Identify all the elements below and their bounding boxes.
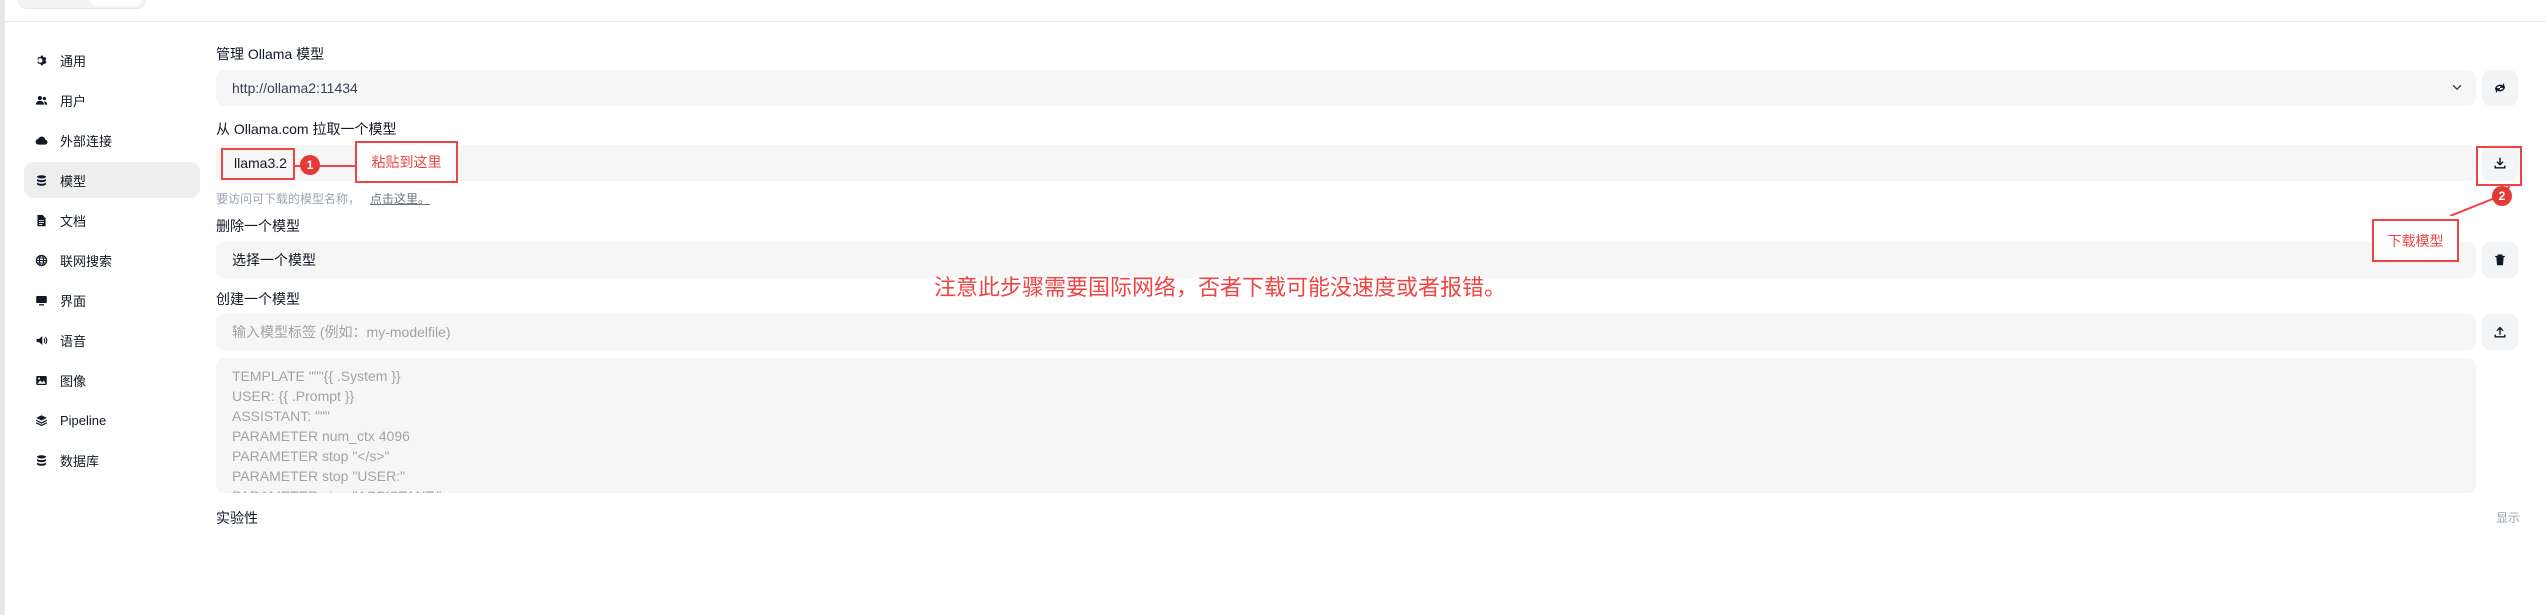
sidebar-item-label: 外部连接 (60, 133, 113, 149)
ollama-url-select[interactable]: http://ollama2:11434 (216, 70, 2476, 106)
sidebar-item-pipeline[interactable]: Pipeline (24, 402, 200, 438)
top-tab-active[interactable] (91, 0, 141, 6)
sidebar-item-documents[interactable]: 文档 (24, 202, 200, 238)
modelfile-textarea[interactable]: TEMPLATE """{{ .System }} USER: {{ .Prom… (216, 358, 2476, 493)
model-tag-placeholder: 输入模型标签 (例如：my-modelfile) (232, 324, 451, 340)
settings-sidebar: 通用 用户 外部连接 模型 文档 联网搜索 界面 语音 图像 Pipeline … (24, 42, 200, 482)
header-divider (5, 21, 2546, 22)
sidebar-item-web-search[interactable]: 联网搜索 (24, 242, 200, 278)
sidebar-item-images[interactable]: 图像 (24, 362, 200, 398)
sidebar-item-label: 模型 (60, 173, 87, 189)
document-icon (34, 213, 48, 227)
manage-models-title: 管理 Ollama 模型 (216, 46, 325, 62)
database-icon (34, 173, 48, 187)
step1-highlight-box (221, 148, 295, 180)
refresh-models-button[interactable] (2482, 70, 2518, 106)
trash-icon (2495, 254, 2505, 266)
delete-model-title: 删除一个模型 (216, 218, 300, 234)
network-warning-note: 注意此步骤需要国际网络，否者下载可能没速度或者报错。 (934, 275, 1507, 300)
sidebar-item-general[interactable]: 通用 (24, 42, 200, 78)
top-tab-switcher[interactable] (18, 0, 146, 9)
window-left-edge (0, 0, 5, 615)
users-icon (34, 93, 48, 107)
experimental-show-toggle[interactable]: 显示 (2496, 509, 2520, 526)
sidebar-item-label: 界面 (60, 293, 87, 309)
monitor-icon (34, 293, 48, 307)
sidebar-item-audio[interactable]: 语音 (24, 322, 200, 358)
upload-modelfile-button[interactable] (2482, 314, 2518, 350)
sidebar-item-label: 文档 (60, 213, 87, 229)
sidebar-item-models[interactable]: 模型 (24, 162, 200, 198)
upload-icon (2494, 326, 2506, 338)
delete-model-button[interactable] (2482, 242, 2518, 278)
globe-icon (34, 253, 48, 267)
sidebar-item-label: 联网搜索 (60, 253, 113, 269)
create-model-title: 创建一个模型 (216, 291, 300, 307)
sidebar-item-label: 通用 (60, 53, 87, 69)
model-library-link[interactable]: 点击这里。 (370, 192, 430, 206)
sidebar-item-label: Pipeline (60, 412, 107, 428)
database-icon (34, 453, 48, 467)
experimental-title: 实验性 (216, 510, 258, 526)
step2-marker: 2 (2492, 186, 2512, 206)
gear-icon (34, 53, 48, 67)
sidebar-item-external-connections[interactable]: 外部连接 (24, 122, 200, 158)
sidebar-item-label: 用户 (60, 93, 87, 109)
layers-icon (34, 413, 48, 427)
speaker-icon (34, 333, 48, 347)
pull-model-hint: 要访问可下载的模型名称， 点击这里。 (216, 190, 430, 207)
image-icon (34, 373, 48, 387)
step2-highlight-box (2476, 146, 2522, 186)
sidebar-item-label: 数据库 (60, 453, 100, 469)
step2-label: 下载模型 (2372, 219, 2459, 262)
cloud-icon (34, 133, 48, 147)
sidebar-item-database[interactable]: 数据库 (24, 442, 200, 478)
sidebar-item-interface[interactable]: 界面 (24, 282, 200, 318)
model-tag-input[interactable]: 输入模型标签 (例如：my-modelfile) (216, 314, 2476, 350)
sidebar-item-label: 语音 (60, 333, 87, 349)
sidebar-item-label: 图像 (60, 373, 87, 389)
step1-label: 粘贴到这里 (355, 141, 458, 183)
step1-marker: 1 (300, 155, 320, 175)
cloud-sync-icon (2494, 83, 2506, 93)
delete-model-select-value: 选择一个模型 (232, 252, 316, 268)
sidebar-item-users[interactable]: 用户 (24, 82, 200, 118)
pull-model-hint-text: 要访问可下载的模型名称， (216, 192, 361, 206)
pull-model-field: llama3.2 (216, 145, 2476, 181)
ollama-url-value: http://ollama2:11434 (232, 80, 358, 96)
chevron-down-icon (2450, 80, 2464, 97)
pull-model-title: 从 Ollama.com 拉取一个模型 (216, 121, 397, 137)
